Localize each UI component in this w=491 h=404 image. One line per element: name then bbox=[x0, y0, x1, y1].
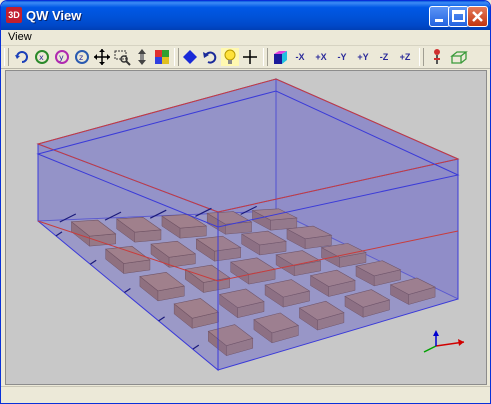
window-title: QW View bbox=[26, 8, 82, 23]
toolbar: x y z -X +X -Y +Y -Z +Z bbox=[1, 46, 490, 69]
undo-icon[interactable] bbox=[201, 48, 219, 66]
svg-text:y: y bbox=[59, 53, 64, 62]
pan-icon[interactable] bbox=[93, 48, 111, 66]
diamond-icon[interactable] bbox=[181, 48, 199, 66]
zoom-window-icon[interactable] bbox=[113, 48, 131, 66]
close-icon bbox=[472, 11, 483, 22]
y-axis-line bbox=[423, 345, 437, 353]
box-outline-icon[interactable] bbox=[450, 48, 468, 66]
toolbar-separator bbox=[419, 48, 424, 66]
z-axis-arrow bbox=[433, 330, 439, 336]
status-bar bbox=[1, 386, 490, 403]
rotate-z-icon[interactable]: z bbox=[73, 48, 91, 66]
3d-scene[interactable] bbox=[6, 71, 486, 384]
qw-view-window: 3D QW View View x y z -X +X -Y +Y -Z +Z bbox=[0, 0, 491, 404]
color-palette-icon[interactable] bbox=[153, 48, 171, 66]
menu-bar: View bbox=[1, 30, 490, 46]
rotate-y-icon[interactable]: y bbox=[53, 48, 71, 66]
app-3d-icon[interactable]: 3D bbox=[6, 7, 22, 23]
rotate-icon[interactable] bbox=[13, 48, 31, 66]
view-plus-x-icon[interactable]: +X bbox=[312, 48, 330, 66]
view-minus-y-icon[interactable]: -Y bbox=[333, 48, 351, 66]
close-button[interactable] bbox=[467, 6, 488, 27]
crosshair-icon[interactable] bbox=[241, 48, 259, 66]
toolbar-separator bbox=[263, 48, 268, 66]
view-minus-x-icon[interactable]: -X bbox=[291, 48, 309, 66]
rotate-x-icon[interactable]: x bbox=[33, 48, 51, 66]
svg-text:z: z bbox=[79, 53, 83, 62]
axis-triad bbox=[423, 330, 465, 353]
zoom-icon[interactable] bbox=[133, 48, 151, 66]
svg-text:x: x bbox=[39, 53, 44, 62]
title-bar[interactable]: 3D QW View bbox=[1, 1, 490, 30]
view-minus-z-icon[interactable]: -Z bbox=[375, 48, 393, 66]
x-axis-arrow bbox=[458, 339, 464, 346]
light-bulb-icon[interactable] bbox=[221, 48, 239, 66]
toolbar-separator bbox=[174, 48, 179, 66]
view-plus-z-icon[interactable]: +Z bbox=[396, 48, 414, 66]
menu-view[interactable]: View bbox=[8, 31, 32, 43]
3d-viewport[interactable] bbox=[5, 70, 487, 385]
maximize-icon bbox=[452, 10, 465, 22]
minimize-button[interactable] bbox=[429, 6, 450, 27]
probe-icon[interactable] bbox=[428, 48, 446, 66]
view-plus-y-icon[interactable]: +Y bbox=[354, 48, 372, 66]
toolbar-grip[interactable] bbox=[4, 48, 9, 66]
maximize-button[interactable] bbox=[448, 6, 469, 27]
cube-icon[interactable] bbox=[271, 48, 289, 66]
minimize-icon bbox=[435, 19, 443, 22]
